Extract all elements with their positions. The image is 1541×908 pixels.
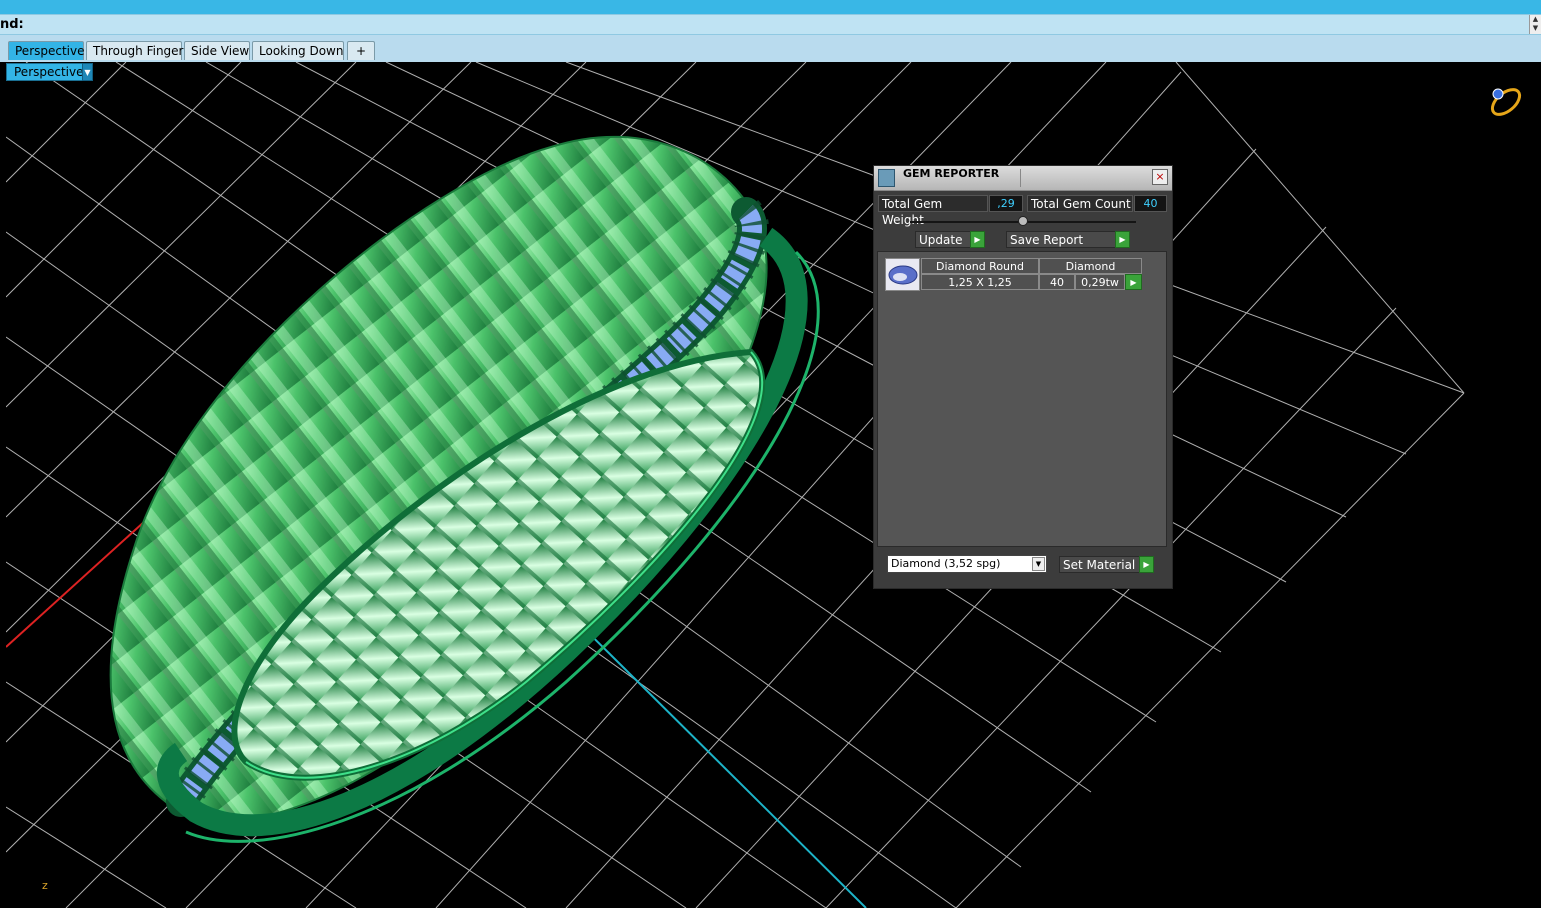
3d-viewport[interactable]: Perspective ▼ z [6,62,1541,908]
scroll-down-icon[interactable]: ▼ [1530,24,1541,33]
save-report-button[interactable]: Save Report ▶ [1006,231,1130,248]
chevron-down-icon[interactable]: ▼ [82,63,93,81]
play-icon[interactable]: ▶ [1139,556,1154,573]
total-count-label: Total Gem Count [1027,195,1133,212]
diamond-thumbnail-icon [885,258,920,291]
z-axis-label: z [42,879,48,892]
gem-weight: 0,29tw [1075,274,1125,290]
title-divider [1020,169,1021,187]
close-icon[interactable]: × [1152,169,1168,185]
chevron-down-icon[interactable]: ▼ [1032,557,1045,571]
window-title-strip [0,0,1541,14]
viewport-scene [6,62,1522,908]
gem-shape: Diamond Round [921,258,1039,274]
gem-reporter-icon [878,169,895,187]
gem-material: Diamond [1039,258,1142,274]
play-icon[interactable]: ▶ [970,231,985,248]
panel-slider-handle[interactable] [1018,216,1028,226]
gem-size: 1,25 X 1,25 [921,274,1039,290]
ring-view-icon [1490,88,1522,116]
set-material-label: Set Material [1063,558,1136,572]
view-tab-bar: Perspective Through Finger Side View Loo… [0,35,1541,62]
update-label: Update [919,233,963,247]
gem-count: 40 [1039,274,1075,290]
gem-detail-play-icon[interactable]: ▶ [1125,274,1142,290]
view-selector-label: Perspective [14,65,84,79]
add-tab-button[interactable]: + [347,41,375,60]
play-icon[interactable]: ▶ [1115,231,1130,248]
gem-list-item[interactable]: Diamond Round Diamond 1,25 X 1,25 40 0,2… [885,258,1143,291]
command-label: nd: [0,17,24,32]
ring-model [109,135,820,843]
tab-through-finger[interactable]: Through Finger [86,41,184,60]
material-select-value: Diamond (3,52 spg) [891,557,1001,570]
view-selector-dropdown[interactable]: Perspective ▼ [6,63,93,81]
update-button[interactable]: Update ▶ [915,231,985,248]
gem-list: Diamond Round Diamond 1,25 X 1,25 40 0,2… [877,251,1167,547]
tab-side-view[interactable]: Side View [184,41,250,60]
command-bar[interactable]: nd: ▲ ▼ [0,14,1541,35]
tab-looking-down[interactable]: Looking Down [252,41,344,60]
gem-reporter-title: GEM REPORTER [903,167,1000,180]
total-count-value: 40 [1134,195,1167,212]
total-weight-value: ,29 [989,195,1023,212]
tab-perspective[interactable]: Perspective [8,41,85,60]
command-scrollbar[interactable]: ▲ ▼ [1529,15,1541,34]
gem-reporter-panel: GEM REPORTER × Total Gem Weight ,29 Tota… [873,165,1173,589]
save-report-label: Save Report [1010,233,1084,247]
gem-reporter-titlebar[interactable]: GEM REPORTER × [874,166,1172,191]
material-select[interactable]: Diamond (3,52 spg) ▼ [887,555,1047,573]
total-weight-label: Total Gem Weight [878,195,988,227]
set-material-button[interactable]: Set Material ▶ [1059,556,1154,573]
scroll-up-icon[interactable]: ▲ [1530,15,1541,24]
